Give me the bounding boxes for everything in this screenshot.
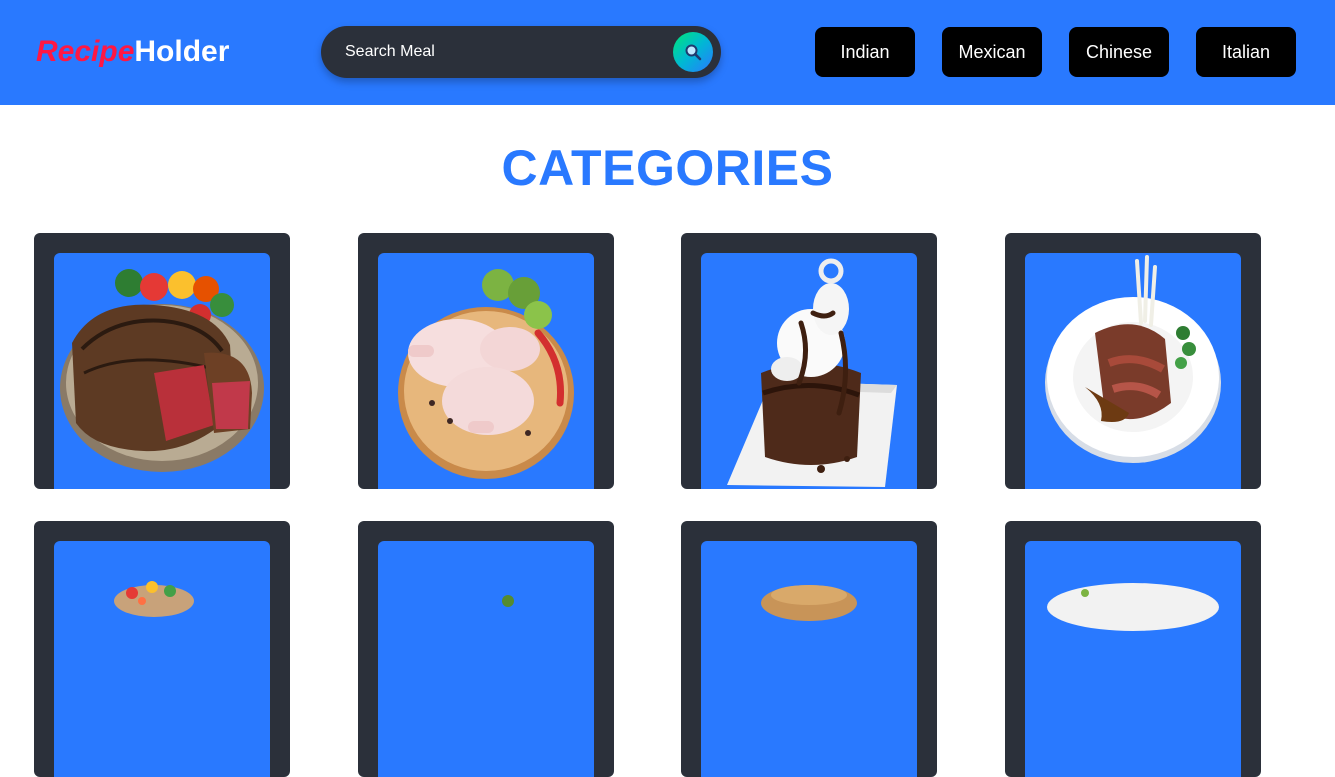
category-card[interactable]	[681, 233, 937, 489]
grilled-beef-steak-image	[60, 269, 264, 472]
chocolate-dessert-image	[727, 258, 897, 487]
category-card[interactable]	[358, 521, 614, 777]
site-logo[interactable]: RecipeHolder	[36, 34, 229, 70]
nav-button-chinese[interactable]: Chinese	[1069, 27, 1169, 77]
lamb-chops-plate-image	[1045, 255, 1221, 463]
category-image-frame	[378, 541, 594, 777]
raw-chicken-legs-image	[398, 269, 574, 479]
top-navbar: RecipeHolder Indian Mexican Chinese Ital…	[0, 0, 1335, 105]
category-card[interactable]	[1005, 233, 1261, 489]
category-card[interactable]	[34, 233, 290, 489]
search-icon	[685, 44, 702, 61]
pastry-dish-image	[761, 585, 857, 621]
category-image-frame	[54, 541, 270, 777]
category-card[interactable]	[358, 233, 614, 489]
category-image-frame	[1025, 541, 1241, 777]
page-title: CATEGORIES	[501, 140, 834, 196]
category-image-frame	[54, 253, 270, 489]
category-image-frame	[701, 541, 917, 777]
category-image-frame	[701, 253, 917, 489]
category-card[interactable]	[681, 521, 937, 777]
nav-button-italian[interactable]: Italian	[1196, 27, 1296, 77]
logo-text-holder: Holder	[134, 35, 230, 68]
search-bar	[321, 26, 721, 78]
logo-text-recipe: Recipe	[36, 35, 135, 68]
category-image-frame	[378, 253, 594, 489]
search-button[interactable]	[673, 32, 713, 72]
category-card[interactable]	[1005, 521, 1261, 777]
nav-button-mexican[interactable]: Mexican	[942, 27, 1042, 77]
plated-dish-image	[1047, 583, 1219, 631]
category-image-frame	[1025, 253, 1241, 489]
category-card[interactable]	[34, 521, 290, 777]
salad-bowl-image	[114, 581, 194, 617]
nav-button-indian[interactable]: Indian	[815, 27, 915, 77]
search-input[interactable]	[345, 40, 665, 64]
vegetable-dish-image	[502, 595, 514, 607]
